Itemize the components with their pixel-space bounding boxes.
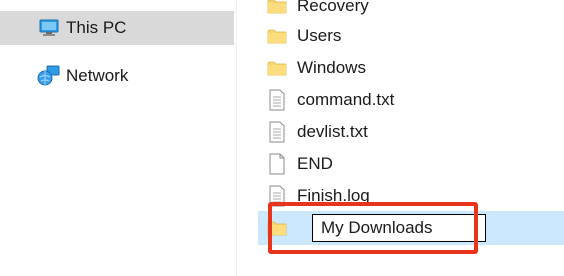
text-file-icon [266, 120, 288, 144]
file-list: Recovery Users Windows command.txt devli… [236, 0, 564, 276]
computer-icon [36, 17, 62, 39]
rename-input[interactable] [312, 214, 486, 242]
navigation-pane: This PC Network [0, 0, 236, 276]
file-name: Recovery [297, 0, 369, 15]
file-icon [266, 152, 288, 176]
list-item[interactable]: END [258, 149, 564, 179]
nav-item-label: This PC [66, 18, 127, 37]
file-name: command.txt [297, 90, 395, 109]
folder-icon [266, 0, 288, 18]
folder-icon [266, 24, 288, 48]
nav-item-label: Network [66, 66, 129, 85]
folder-icon [266, 216, 288, 240]
file-name: devlist.txt [297, 122, 368, 141]
list-item[interactable]: Recovery [258, 0, 564, 21]
folder-icon [266, 56, 288, 80]
list-item[interactable]: Windows [258, 53, 564, 83]
list-item[interactable]: command.txt [258, 85, 564, 115]
network-icon [36, 65, 62, 87]
file-name: Users [297, 26, 342, 45]
list-item[interactable]: Finish.log [258, 181, 564, 211]
text-file-icon [266, 88, 288, 112]
nav-item-network[interactable]: Network [0, 59, 234, 93]
list-item[interactable]: devlist.txt [258, 117, 564, 147]
file-name: Finish.log [297, 186, 370, 205]
nav-item-this-pc[interactable]: This PC [0, 11, 234, 45]
list-item-renaming[interactable] [258, 211, 564, 245]
list-item[interactable]: Users [258, 21, 564, 51]
text-file-icon [266, 184, 288, 208]
file-name: END [297, 154, 333, 173]
file-name: Windows [297, 58, 366, 77]
